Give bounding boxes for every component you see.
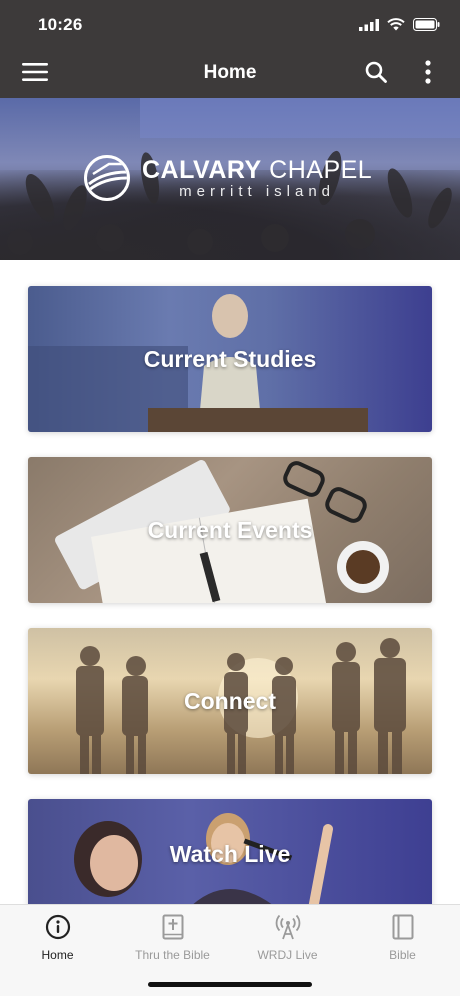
card-current-events[interactable]: Current Events (28, 457, 432, 603)
more-options-button[interactable] (418, 59, 438, 89)
logo-subtitle: merritt island (179, 183, 336, 200)
tab-label: WRDJ Live (257, 948, 318, 962)
signal-icon (359, 18, 379, 36)
tab-label: Thru the Bible (135, 948, 210, 962)
logo-title: CALVARY CHAPEL (142, 156, 372, 184)
tab-label: Bible (389, 948, 416, 962)
app-bar: Home (0, 50, 460, 98)
logo-emblem-icon (84, 155, 130, 201)
hero-banner: CALVARY CHAPEL merritt island (0, 98, 460, 260)
church-logo: CALVARY CHAPEL merritt island (84, 155, 372, 201)
card-label: Connect (184, 687, 276, 714)
card-watch-live[interactable]: Watch Live (28, 799, 432, 909)
info-circle-icon (44, 913, 72, 941)
tab-wrdj-live[interactable]: WRDJ Live (230, 913, 345, 969)
tab-bible[interactable]: Bible (345, 913, 460, 969)
top-bar: 10:26 Home (0, 0, 460, 98)
tab-thru-the-bible[interactable]: Thru the Bible (115, 913, 230, 969)
card-label: Watch Live (169, 840, 291, 867)
tab-home[interactable]: Home (0, 913, 115, 969)
battery-icon (413, 18, 440, 36)
status-time: 10:26 (38, 15, 83, 34)
bible-plus-icon (159, 913, 187, 941)
hero-screen-decoration (140, 98, 460, 138)
logo-title-bold: CALVARY (142, 156, 262, 184)
card-label: Current Studies (143, 345, 317, 372)
card-connect[interactable]: Connect (28, 628, 432, 774)
book-icon (389, 913, 417, 941)
more-vertical-icon (425, 59, 431, 89)
status-bar: 10:26 (0, 0, 460, 50)
page-title: Home (203, 62, 257, 83)
logo-title-light: CHAPEL (269, 156, 373, 184)
logo-text: CALVARY CHAPEL merritt island (142, 156, 372, 200)
card-label: Current Events (147, 516, 313, 543)
home-indicator[interactable] (148, 982, 312, 987)
search-icon (365, 61, 387, 88)
card-current-studies[interactable]: Current Studies (28, 286, 432, 432)
status-icons (359, 18, 440, 36)
tab-label: Home (41, 948, 74, 962)
radio-tower-icon (274, 913, 302, 941)
search-button[interactable] (362, 60, 390, 88)
wifi-icon (387, 18, 405, 36)
